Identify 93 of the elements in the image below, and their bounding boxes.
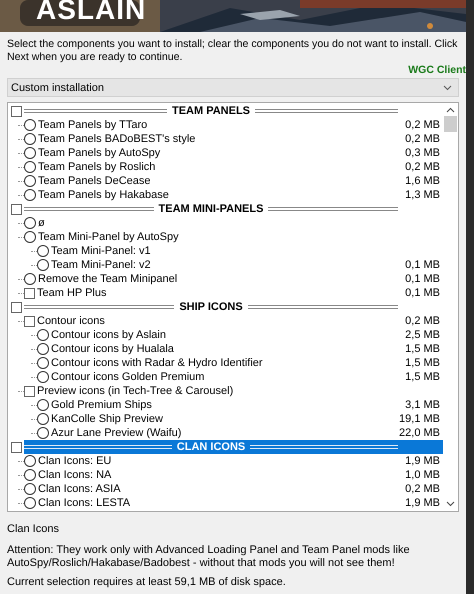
size-text: 1,0 MB: [405, 469, 441, 481]
checkbox[interactable]: [11, 106, 22, 116]
radio-button[interactable]: [37, 413, 49, 425]
radio-button[interactable]: [24, 273, 36, 285]
component-label[interactable]: Remove the Team Minipanel: [36, 273, 178, 285]
section-header-row[interactable]: TEAM PANELS: [24, 104, 443, 118]
description-title: Clan Icons: [7, 523, 60, 536]
component-label[interactable]: Team Panels by TTaro: [36, 119, 148, 131]
section-title: TEAM PANELS: [170, 105, 252, 117]
radio-button[interactable]: [37, 343, 49, 355]
component-label[interactable]: Team HP Plus: [35, 287, 106, 299]
section-title: SHIP ICONS: [178, 301, 244, 313]
component-label[interactable]: Clan Icons: ASIA: [36, 483, 121, 495]
radio-button[interactable]: [24, 231, 36, 243]
component-label[interactable]: Team Mini-Panel: v2: [49, 259, 151, 271]
size-text: 3,1 MB: [405, 399, 441, 411]
radio-button[interactable]: [24, 119, 36, 131]
radio-button[interactable]: [37, 357, 49, 369]
component-label[interactable]: Team Panels by AutoSpy: [36, 147, 160, 159]
size-text: 0,1 MB: [405, 259, 441, 271]
instructions-text: Select the components you want to install; clear the components you do not want to install. Click Next when you are ready to continue.: [7, 38, 458, 64]
size-text: 0,1 MB: [405, 287, 441, 299]
size-text: 1,5 MB: [405, 371, 441, 383]
component-label[interactable]: Team Panels by Roslich: [36, 161, 156, 173]
checkbox[interactable]: [11, 204, 22, 214]
size-text: 0,2 MB: [405, 315, 441, 327]
client-label: WGC Client: [408, 64, 466, 77]
section-header-row[interactable]: CLAN ICONS: [24, 440, 443, 454]
radio-button[interactable]: [24, 147, 36, 159]
radio-button[interactable]: [37, 399, 49, 411]
component-label[interactable]: Clan Icons: LESTA: [36, 497, 130, 509]
size-text: 1,5 MB: [405, 343, 441, 355]
checkbox[interactable]: [24, 316, 35, 326]
radio-button[interactable]: [24, 133, 36, 145]
section-title: CLAN ICONS: [176, 441, 246, 453]
scroll-up-icon[interactable]: [446, 107, 455, 113]
scroll-thumb[interactable]: [444, 116, 457, 132]
component-label[interactable]: Team Mini-Panel: v1: [49, 245, 151, 257]
radio-button[interactable]: [37, 259, 49, 271]
size-text: 0,2 MB: [405, 161, 441, 173]
section-header-row[interactable]: SHIP ICONS: [24, 300, 443, 314]
size-text: 19,1 MB: [399, 413, 441, 425]
component-label[interactable]: Clan Icons: NA: [36, 469, 112, 481]
radio-button[interactable]: [24, 469, 36, 481]
size-text: 0,2 MB: [405, 133, 441, 145]
scroll-down-icon[interactable]: [446, 501, 455, 507]
size-text: 22,0 MB: [399, 427, 441, 439]
radio-button[interactable]: [24, 483, 36, 495]
component-label[interactable]: Contour icons: [35, 315, 105, 327]
component-label[interactable]: Contour icons with Radar & Hydro Identifier: [49, 357, 263, 369]
radio-button[interactable]: [24, 175, 36, 187]
component-label[interactable]: Team Panels DeCease: [36, 175, 151, 187]
radio-button[interactable]: [37, 371, 49, 383]
component-label[interactable]: Contour icons by Aslain: [49, 329, 166, 341]
checkbox[interactable]: [11, 442, 22, 452]
radio-button[interactable]: [24, 455, 36, 467]
size-text: 2,5 MB: [405, 329, 441, 341]
chevron-down-icon: [443, 84, 452, 90]
component-label[interactable]: KanColle Ship Preview: [49, 413, 163, 425]
radio-button[interactable]: [37, 427, 49, 439]
size-text: 0,2 MB: [405, 119, 441, 131]
checkbox[interactable]: [24, 386, 35, 396]
component-label[interactable]: Gold Premium Ships: [49, 399, 152, 411]
component-label[interactable]: ø: [36, 217, 45, 229]
component-label[interactable]: Contour icons by Hualala: [49, 343, 174, 355]
size-text: 1,5 MB: [405, 357, 441, 369]
disk-space-text: Current selection requires at least 59,1 MB of disk space.: [7, 576, 287, 589]
checkbox[interactable]: [11, 302, 22, 312]
component-label[interactable]: Clan Icons: EU: [36, 455, 112, 467]
radio-button[interactable]: [24, 189, 36, 201]
component-label[interactable]: Preview icons (in Tech-Tree & Carousel): [35, 385, 234, 397]
size-text: 0,3 MB: [405, 147, 441, 159]
size-text: 1,6 MB: [405, 175, 441, 187]
component-label[interactable]: Contour icons Golden Premium: [49, 371, 204, 383]
radio-button[interactable]: [24, 161, 36, 173]
section-title: TEAM MINI-PANELS: [158, 203, 264, 215]
description-text: Attention: They work only with Advanced Loading Panel and Team Panel mods like AutoSpy/Roslich/Hakabase/Badobest - without that mods you will not see them!: [7, 544, 411, 570]
component-label[interactable]: Team Mini-Panel by AutoSpy: [36, 231, 179, 243]
size-text: 0,1 MB: [405, 273, 441, 285]
size-text: 1,9 MB: [405, 455, 441, 467]
component-label[interactable]: Team Panels by Hakabase: [36, 189, 169, 201]
radio-button[interactable]: [37, 245, 49, 257]
section-header-row[interactable]: TEAM MINI-PANELS: [24, 202, 443, 216]
checkbox[interactable]: [24, 288, 35, 298]
size-text: 0,2 MB: [405, 483, 441, 495]
size-text: 1,3 MB: [405, 189, 441, 201]
install-type-dropdown[interactable]: Custom installation: [7, 78, 459, 97]
radio-button[interactable]: [24, 497, 36, 509]
component-label[interactable]: Team Panels BADoBEST's style: [36, 133, 196, 145]
size-text: 1,9 MB: [405, 497, 441, 509]
radio-button[interactable]: [37, 329, 49, 341]
component-label[interactable]: Azur Lane Preview (Waifu): [49, 427, 182, 439]
radio-button[interactable]: [24, 217, 36, 229]
